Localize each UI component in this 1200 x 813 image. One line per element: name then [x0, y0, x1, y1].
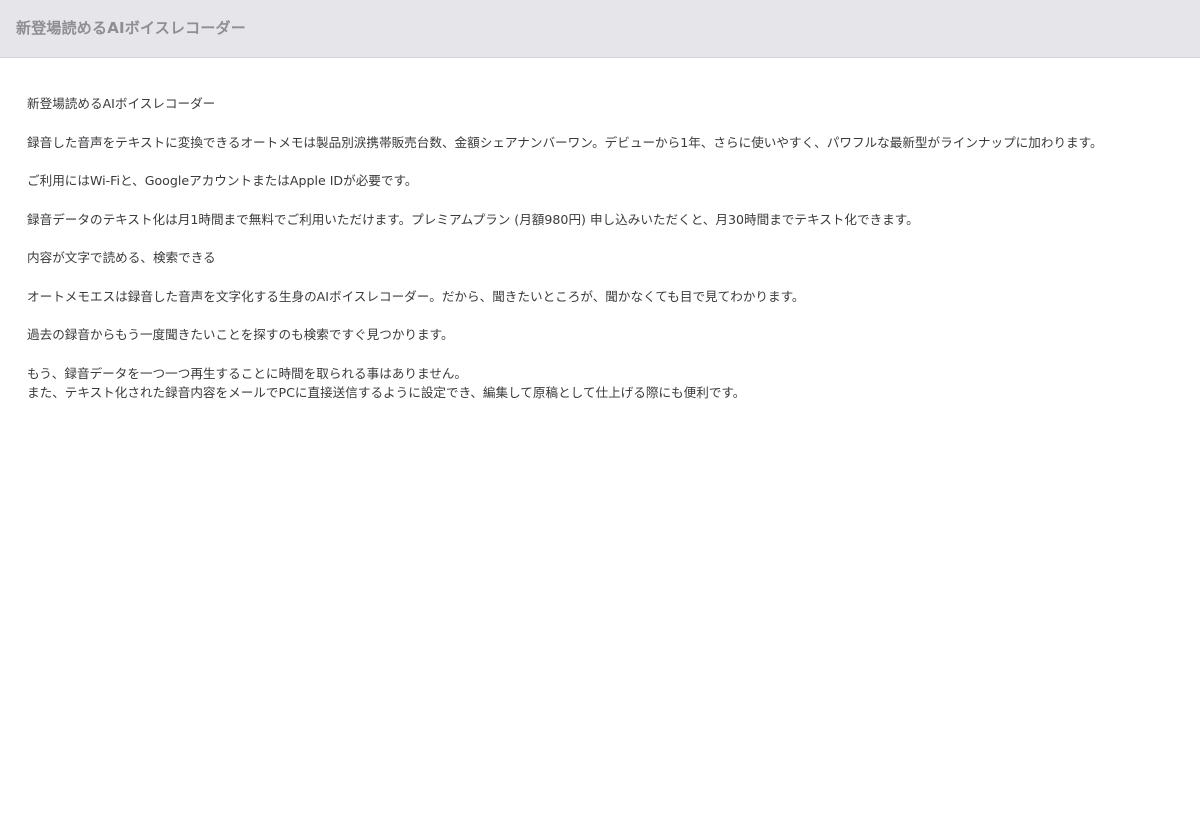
- paragraph-search: 過去の録音からもう一度聞きたいことを探すのも検索ですぐ見つかります。: [27, 325, 1195, 344]
- paragraph-line: 新登場読めるAIボイスレコーダー: [27, 96, 216, 111]
- paragraph-line: 録音した音声をテキストに変換できるオートメモは製品別涙携帯販売台数、金額シェアナ…: [27, 134, 1103, 150]
- paragraph-line: オートメモエスは録音した音声を文字化する生身のAIボイスレコーダー。だから、聞き…: [27, 288, 805, 304]
- note-body[interactable]: 新登場読めるAIボイスレコーダー 録音した音声をテキストに変換できるオートメモは…: [27, 94, 1195, 421]
- paragraph-description: オートメモエスは録音した音声を文字化する生身のAIボイスレコーダー。だから、聞き…: [27, 287, 1195, 306]
- note-title: 新登場読めるAIボイスレコーダー: [16, 19, 246, 37]
- paragraph-line: また、テキスト化された録音内容をメールでPCに直接送信するように設定でき、編集し…: [27, 384, 746, 400]
- paragraph-pricing: 録音データのテキスト化は月1時間まで無料でご利用いただけます。プレミアムプラン …: [27, 210, 1195, 229]
- paragraph-line: 録音データのテキスト化は月1時間まで無料でご利用いただけます。プレミアムプラン …: [27, 211, 919, 227]
- paragraph-line: もう、録音データを一つ一つ再生することに時間を取られる事はありません。: [27, 365, 468, 381]
- paragraph-heading: 新登場読めるAIボイスレコーダー: [27, 94, 1195, 113]
- paragraph-subheading: 内容が文字で読める、検索できる: [27, 248, 1195, 267]
- paragraph-closing: もう、録音データを一つ一つ再生することに時間を取られる事はありません。 また、テ…: [27, 364, 1195, 402]
- paragraph-line: ご利用にはWi-Fiと、GoogleアカウントまたはApple IDが必要です。: [27, 173, 418, 188]
- paragraph-line: 内容が文字で読める、検索できる: [27, 250, 216, 265]
- note-header: 新登場読めるAIボイスレコーダー: [0, 0, 1200, 58]
- paragraph-intro: 録音した音声をテキストに変換できるオートメモは製品別涙携帯販売台数、金額シェアナ…: [27, 133, 1195, 152]
- paragraph-line: 過去の録音からもう一度聞きたいことを探すのも検索ですぐ見つかります。: [27, 327, 454, 342]
- paragraph-requirements: ご利用にはWi-Fiと、GoogleアカウントまたはApple IDが必要です。: [27, 171, 1195, 190]
